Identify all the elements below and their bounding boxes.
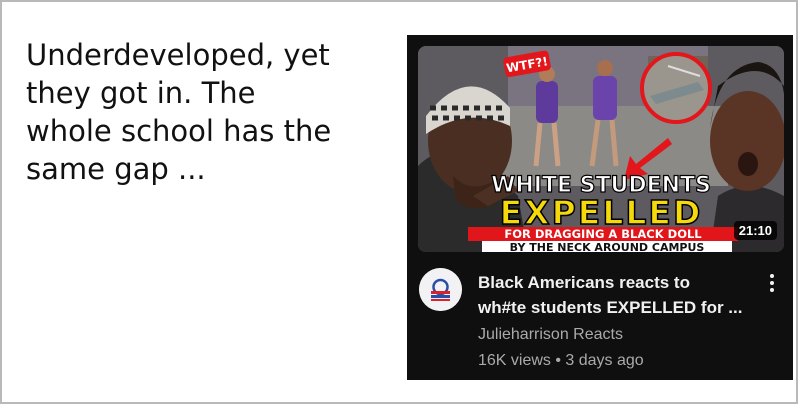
post-frame: Underdeveloped, yet they got in. The who… [0, 0, 798, 404]
caption-line: Underdeveloped, yet [26, 38, 330, 72]
doll-inset-image [640, 52, 712, 124]
thumbnail-subline-2: BY THE NECK AROUND CAMPUS [510, 241, 705, 252]
video-card[interactable]: WTF?! WHITE STUDENTS EXPELLED FOR DRAGGI… [407, 35, 793, 380]
thumbnail-subline-1: FOR DRAGGING A BLACK DOLL [504, 227, 702, 241]
channel-name[interactable]: Julieharrison Reacts [478, 326, 623, 344]
post-caption: Underdeveloped, yet they got in. The who… [26, 36, 386, 188]
video-thumbnail[interactable]: WTF?! WHITE STUDENTS EXPELLED FOR DRAGGI… [418, 46, 784, 252]
duration-badge: 21:10 [733, 221, 777, 240]
caption-line: same gap ... [26, 152, 206, 186]
caption-line: they got in. The [26, 76, 256, 110]
caption-line: whole school has the [26, 114, 332, 148]
video-meta: 16K views • 3 days ago [478, 352, 644, 369]
thumbnail-art: WTF?! WHITE STUDENTS EXPELLED FOR DRAGGI… [418, 46, 784, 252]
video-title[interactable]: Black Americans reacts to wh#te students… [478, 270, 768, 320]
more-vert-icon[interactable] [765, 274, 779, 296]
channel-avatar[interactable] [419, 268, 462, 311]
flag-logo-icon [419, 268, 462, 311]
video-title-line: wh#te students EXPELLED for ... [478, 298, 743, 317]
video-title-line: Black Americans reacts to [478, 273, 690, 292]
